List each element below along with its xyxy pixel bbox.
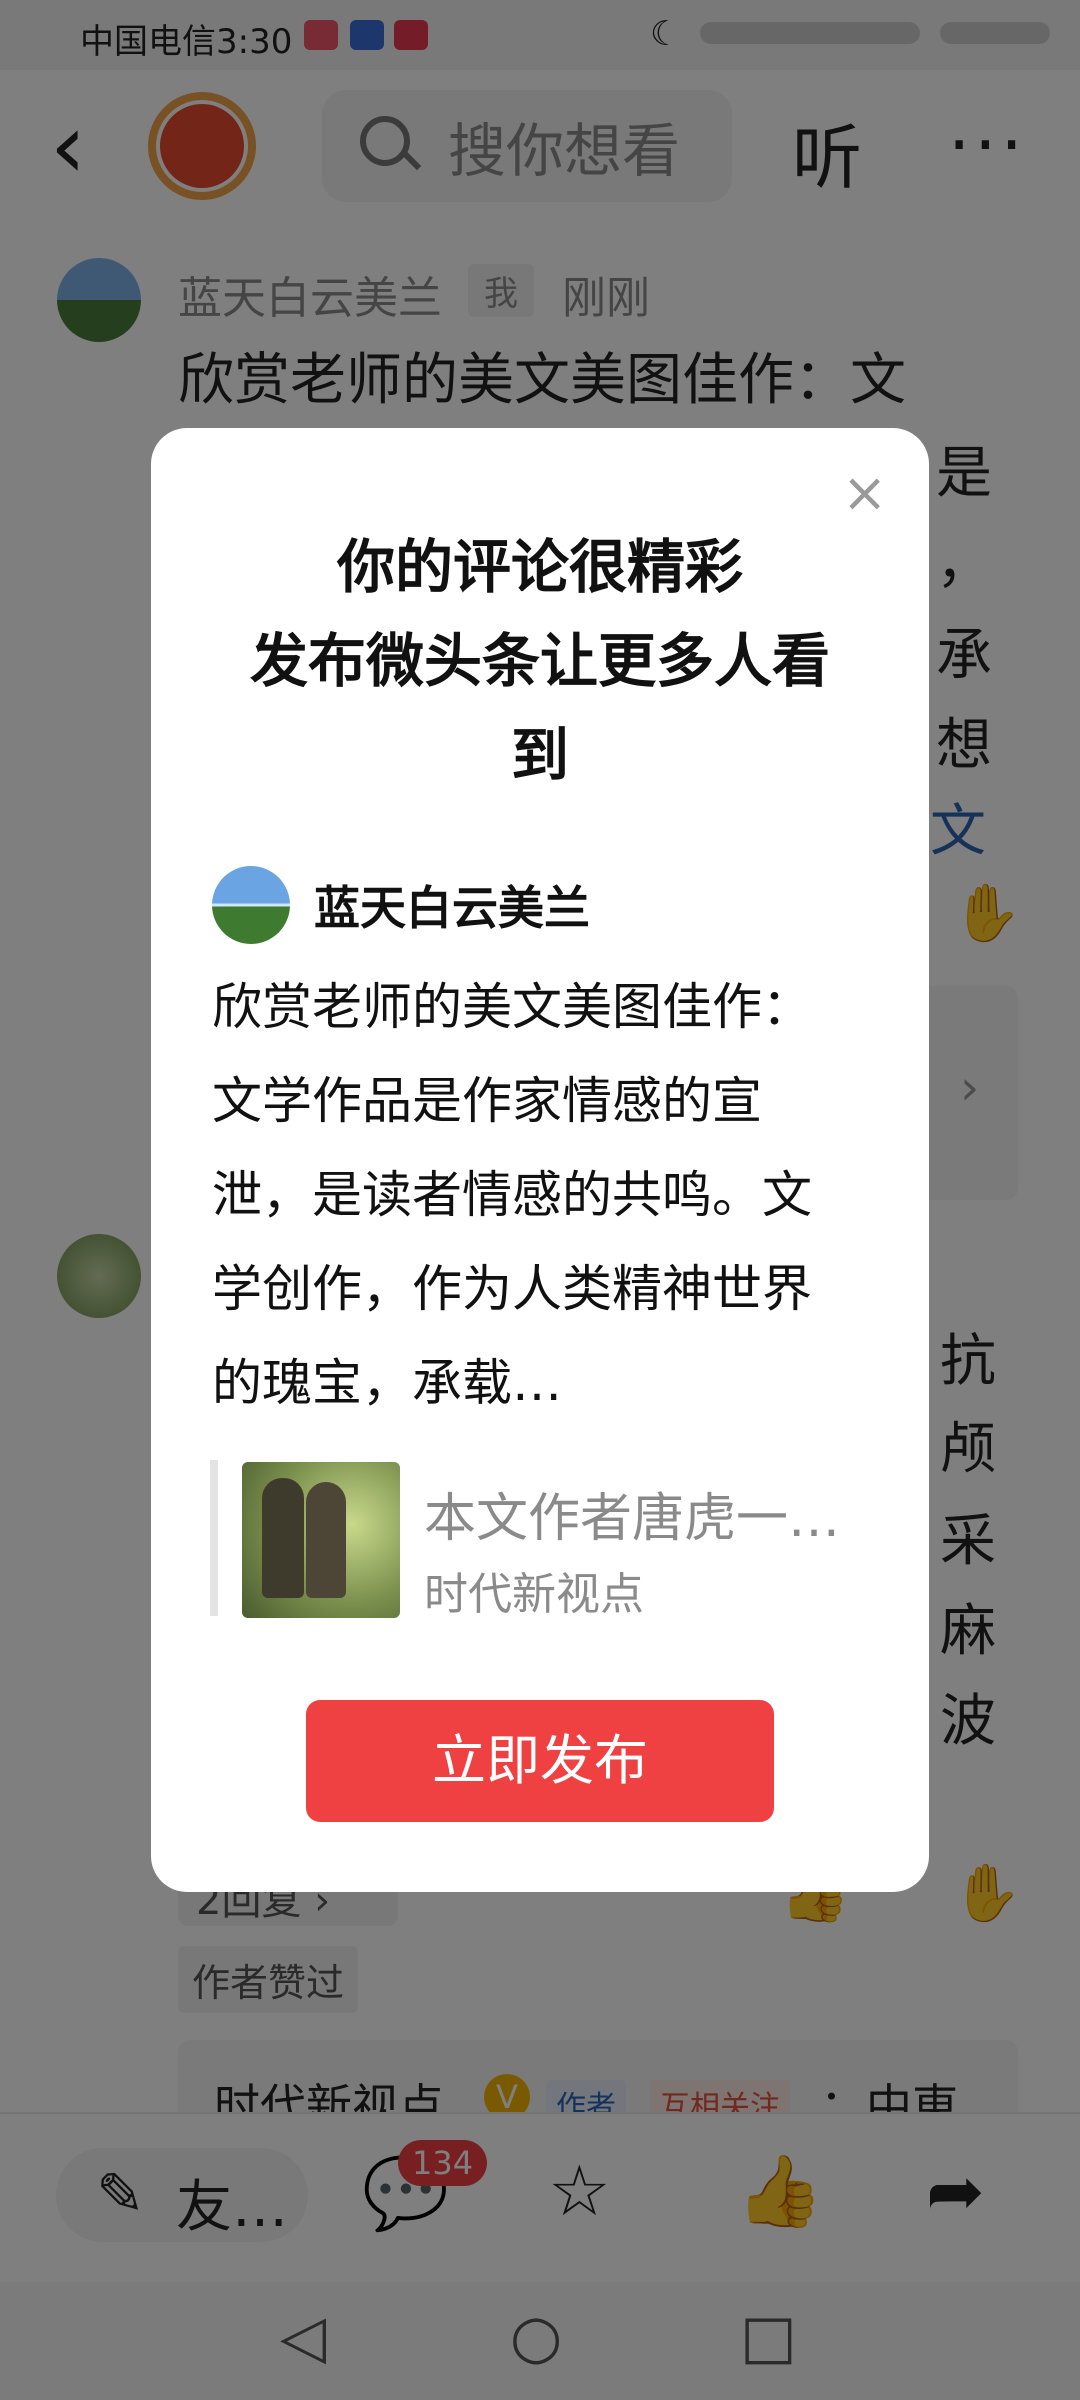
publish-button[interactable]: 立即发布 bbox=[306, 1700, 774, 1822]
dialog-username: 蓝天白云美兰 bbox=[314, 881, 590, 935]
dialog-comment-text: 欣赏老师的美文美图佳作：文学作品是作家情感的宣泄，是读者情感的共鸣。文学创作，作… bbox=[212, 978, 812, 1412]
article-thumbnail-figure bbox=[306, 1482, 346, 1598]
close-icon[interactable]: × bbox=[842, 466, 887, 520]
dialog-title: 你的评论很精彩 发布微头条让更多人看 到 bbox=[160, 520, 920, 802]
dialog-title-line: 发布微头条让更多人看 bbox=[249, 627, 830, 695]
article-source: 时代新视点 bbox=[424, 1569, 644, 1620]
article-title: 本文作者唐虎一… bbox=[424, 1489, 841, 1549]
quote-bar bbox=[210, 1460, 218, 1616]
article-thumbnail-figure bbox=[262, 1478, 304, 1598]
dialog-title-line: 你的评论很精彩 bbox=[336, 533, 743, 601]
avatar bbox=[212, 866, 290, 944]
dialog-title-line: 到 bbox=[510, 721, 569, 789]
